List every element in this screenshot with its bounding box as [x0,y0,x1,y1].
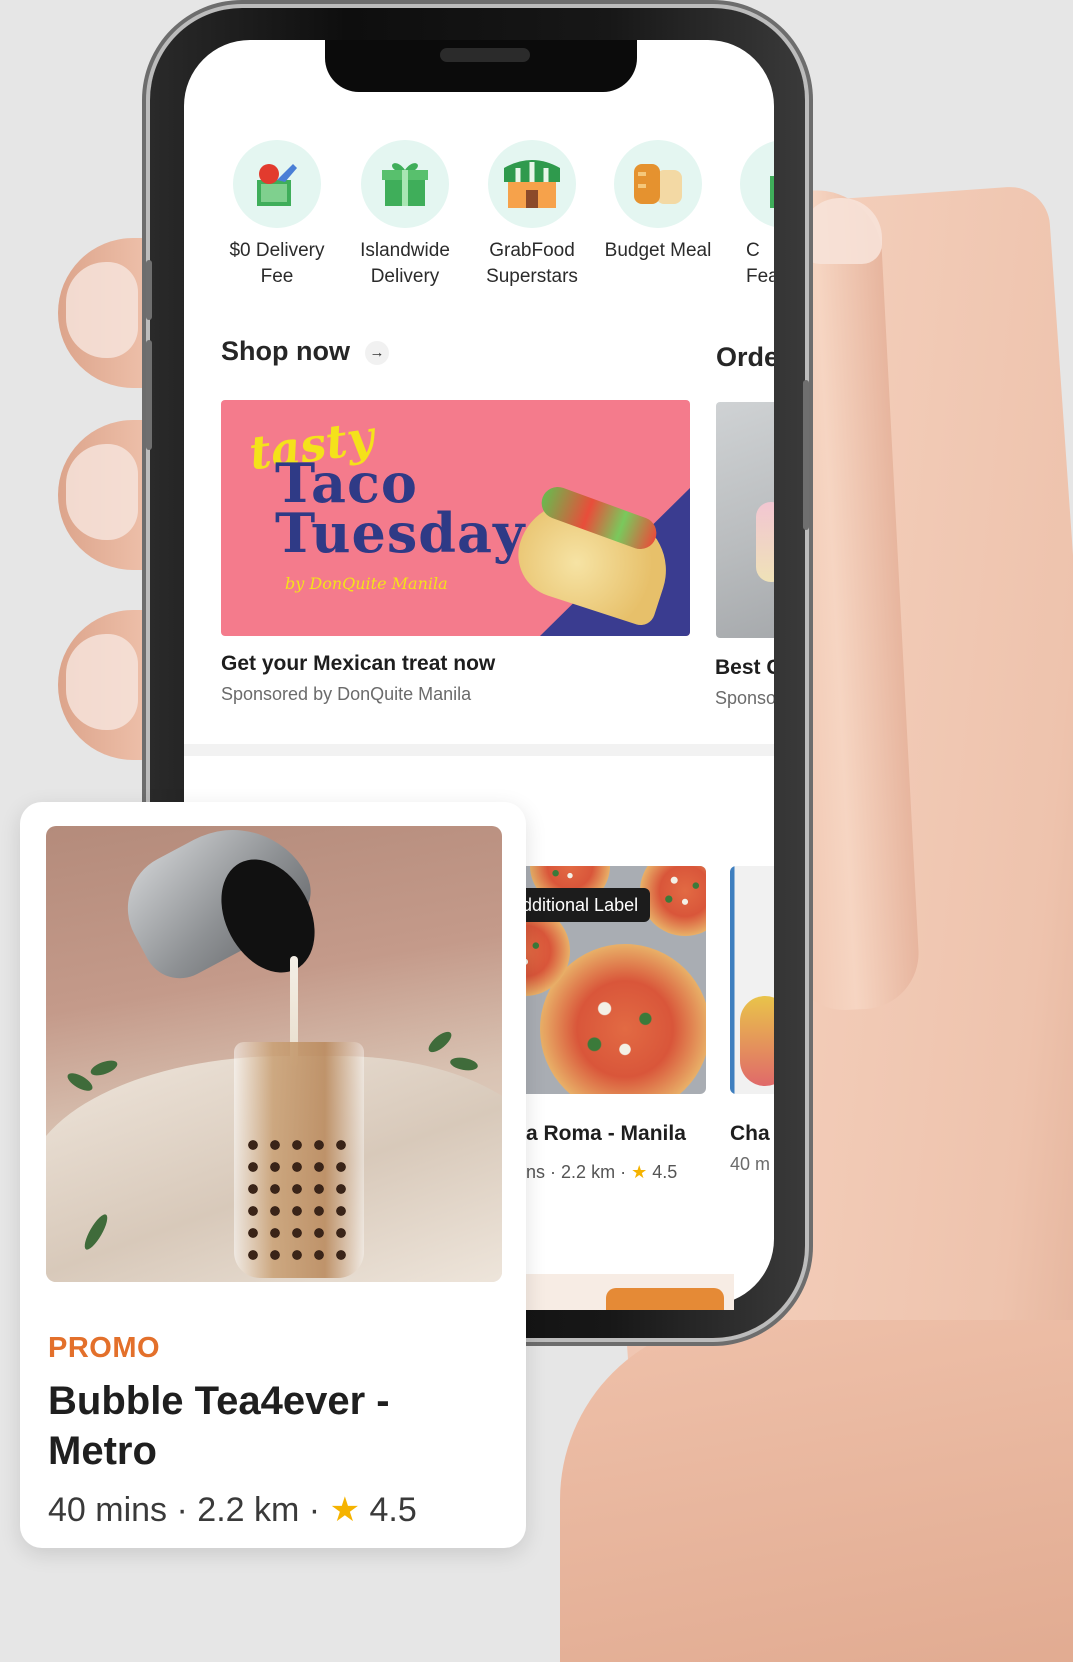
gift-icon [361,140,449,228]
storefront-icon [488,140,576,228]
order-card-sponsor: Sponso [715,688,774,708]
grocery-bag-icon [233,140,321,228]
banner-card-title[interactable]: Get your Mexican treat now [221,652,495,676]
phone-volume-button [146,340,152,450]
restaurant-image-partial[interactable] [730,866,774,1094]
promo-restaurant-name[interactable]: Bubble Tea4ever - Metro [48,1376,508,1476]
delivery-time: 40 mins [48,1491,168,1529]
cupcake-illustration [756,502,774,582]
star-icon: ★ [631,1162,648,1182]
order-card-image[interactable] [716,402,774,638]
rating: 4.5 [369,1491,417,1529]
category-islandwide-delivery[interactable]: Islandwide Delivery [340,140,470,290]
restaurant-name-partial[interactable]: Cha [730,1122,774,1146]
bread-icon [614,140,702,228]
order-card-title[interactable]: Best C [715,656,774,680]
promo-restaurant-meta: 40 mins · 2.2 km · ★ 4.5 [48,1491,417,1529]
category-label: Islandwide Delivery [360,240,450,287]
category-label: GrabFood Superstars [486,240,578,287]
category-label: Budget Meal [604,240,712,261]
phone-speaker [440,48,530,62]
section-divider [184,744,774,756]
category-label: C Fea [746,240,774,287]
taco-tuesday-banner[interactable]: tasty Taco Tuesday by DonQuite Manila [221,400,690,636]
banner-byline: by DonQuite Manila [285,574,448,593]
restaurant-meta: ns · 2.2 km · ★ 4.5 [526,1162,678,1182]
phone-power-button [803,380,809,530]
star-icon: ★ [329,1491,361,1529]
category-label: $0 Delivery Fee [229,240,325,287]
category-budget-meal[interactable]: Budget Meal [593,140,723,264]
bubble-tea-glass [234,1042,364,1278]
hand-palm-bottom [560,1320,1073,1662]
section-title-shop-now[interactable]: Shop now [221,336,350,367]
category-free-delivery[interactable]: $0 Delivery Fee [212,140,342,290]
restaurant-name[interactable]: a Roma - Manila [526,1122,686,1146]
arrow-right-icon[interactable]: → [365,341,389,365]
promo-badge: PROMO [48,1332,161,1364]
bottom-action-button[interactable] [606,1288,724,1310]
bubble-tea-photo [46,826,502,1282]
section-title-order[interactable]: Orde [716,342,774,373]
tapioca-pearls [242,1134,356,1264]
category-grabfood-superstars[interactable]: GrabFood Superstars [467,140,597,290]
drink-icon [740,140,774,228]
distance: 2.2 km [197,1491,300,1529]
phone-side-button [146,260,152,320]
restaurant-meta-partial: 40 m [730,1154,771,1174]
category-partial[interactable]: C Fea [720,140,774,290]
banner-card-sponsor: Sponsored by DonQuite Manila [221,684,472,704]
additional-label-badge: dditional Label [510,888,651,922]
promo-restaurant-card[interactable]: PROMO Bubble Tea4ever - Metro 40 mins · … [20,802,526,1548]
banner-title-line2: Tuesday [275,501,526,565]
